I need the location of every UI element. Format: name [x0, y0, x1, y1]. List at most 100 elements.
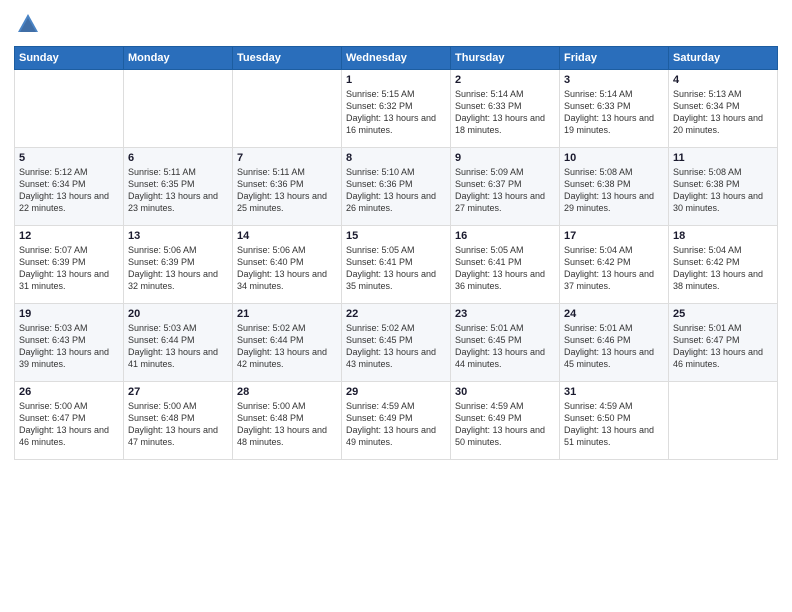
day-info: Sunrise: 5:14 AMSunset: 6:33 PMDaylight:…: [455, 88, 555, 137]
day-info: Sunrise: 5:00 AMSunset: 6:48 PMDaylight:…: [128, 400, 228, 449]
day-info: Sunrise: 5:01 AMSunset: 6:47 PMDaylight:…: [673, 322, 773, 371]
day-number: 24: [564, 308, 664, 320]
day-info: Sunrise: 5:06 AMSunset: 6:40 PMDaylight:…: [237, 244, 337, 293]
day-info: Sunrise: 5:14 AMSunset: 6:33 PMDaylight:…: [564, 88, 664, 137]
day-number: 2: [455, 74, 555, 86]
day-number: 9: [455, 152, 555, 164]
calendar-day-cell: 20 Sunrise: 5:03 AMSunset: 6:44 PMDayligh…: [124, 304, 233, 382]
calendar-day-cell: 14Sunrise: 5:06 AMSunset: 6:40 PMDayligh…: [233, 226, 342, 304]
day-number: 21: [237, 308, 337, 320]
logo: [14, 10, 46, 38]
weekday-header: Thursday: [451, 47, 560, 70]
calendar-day-cell: [124, 70, 233, 148]
calendar-week-row: 19 Sunrise: 5:03 AMSunset: 6:43 PMDayligh…: [15, 304, 778, 382]
calendar-week-row: 1 Sunrise: 5:15 AMSunset: 6:32 PMDaylight…: [15, 70, 778, 148]
day-info: Sunrise: 5:05 AMSunset: 6:41 PMDaylight:…: [455, 244, 555, 293]
calendar-day-cell: 5 Sunrise: 5:12 AMSunset: 6:34 PMDaylight…: [15, 148, 124, 226]
day-info: Sunrise: 5:10 AMSunset: 6:36 PMDaylight:…: [346, 166, 446, 215]
calendar-day-cell: 31Sunrise: 4:59 AMSunset: 6:50 PMDayligh…: [560, 382, 669, 460]
day-info: Sunrise: 5:08 AMSunset: 6:38 PMDaylight:…: [673, 166, 773, 215]
day-info: Sunrise: 5:03 AMSunset: 6:43 PMDaylight:…: [19, 322, 119, 371]
calendar-day-cell: [233, 70, 342, 148]
calendar-week-row: 5 Sunrise: 5:12 AMSunset: 6:34 PMDaylight…: [15, 148, 778, 226]
calendar-day-cell: [15, 70, 124, 148]
calendar-day-cell: 16Sunrise: 5:05 AMSunset: 6:41 PMDayligh…: [451, 226, 560, 304]
calendar-day-cell: 17 Sunrise: 5:04 AMSunset: 6:42 PMDayligh…: [560, 226, 669, 304]
calendar-day-cell: [669, 382, 778, 460]
day-number: 20: [128, 308, 228, 320]
calendar-day-cell: 21Sunrise: 5:02 AMSunset: 6:44 PMDayligh…: [233, 304, 342, 382]
day-number: 8: [346, 152, 446, 164]
day-info: Sunrise: 5:07 AMSunset: 6:39 PMDaylight:…: [19, 244, 119, 293]
weekday-header: Wednesday: [342, 47, 451, 70]
logo-icon: [14, 10, 42, 38]
weekday-header: Saturday: [669, 47, 778, 70]
calendar-day-cell: 30Sunrise: 4:59 AMSunset: 6:49 PMDayligh…: [451, 382, 560, 460]
day-number: 6: [128, 152, 228, 164]
calendar-day-cell: 10Sunrise: 5:08 AMSunset: 6:38 PMDayligh…: [560, 148, 669, 226]
calendar-day-cell: 12 Sunrise: 5:07 AMSunset: 6:39 PMDayligh…: [15, 226, 124, 304]
page: SundayMondayTuesdayWednesdayThursdayFrid…: [0, 0, 792, 612]
calendar-day-cell: 25Sunrise: 5:01 AMSunset: 6:47 PMDayligh…: [669, 304, 778, 382]
calendar-day-cell: 9 Sunrise: 5:09 AMSunset: 6:37 PMDaylight…: [451, 148, 560, 226]
day-info: Sunrise: 5:05 AMSunset: 6:41 PMDaylight:…: [346, 244, 446, 293]
day-info: Sunrise: 5:04 AMSunset: 6:42 PMDaylight:…: [673, 244, 773, 293]
calendar-table: SundayMondayTuesdayWednesdayThursdayFrid…: [14, 46, 778, 460]
day-info: Sunrise: 5:00 AMSunset: 6:47 PMDaylight:…: [19, 400, 119, 449]
day-number: 15: [346, 230, 446, 242]
day-number: 5: [19, 152, 119, 164]
day-number: 27: [128, 386, 228, 398]
calendar-day-cell: 15 Sunrise: 5:05 AMSunset: 6:41 PMDayligh…: [342, 226, 451, 304]
calendar-week-row: 26 Sunrise: 5:00 AMSunset: 6:47 PMDayligh…: [15, 382, 778, 460]
calendar-day-cell: 18 Sunrise: 5:04 AMSunset: 6:42 PMDayligh…: [669, 226, 778, 304]
calendar-day-cell: 29Sunrise: 4:59 AMSunset: 6:49 PMDayligh…: [342, 382, 451, 460]
day-number: 26: [19, 386, 119, 398]
day-number: 29: [346, 386, 446, 398]
calendar-day-cell: 24 Sunrise: 5:01 AMSunset: 6:46 PMDayligh…: [560, 304, 669, 382]
calendar-day-cell: 13 Sunrise: 5:06 AMSunset: 6:39 PMDayligh…: [124, 226, 233, 304]
calendar-day-cell: 4 Sunrise: 5:13 AMSunset: 6:34 PMDaylight…: [669, 70, 778, 148]
day-number: 7: [237, 152, 337, 164]
header: [14, 10, 778, 38]
day-info: Sunrise: 5:02 AMSunset: 6:45 PMDaylight:…: [346, 322, 446, 371]
calendar-header: SundayMondayTuesdayWednesdayThursdayFrid…: [15, 47, 778, 70]
weekday-header: Tuesday: [233, 47, 342, 70]
day-number: 1: [346, 74, 446, 86]
day-number: 4: [673, 74, 773, 86]
calendar-day-cell: 28 Sunrise: 5:00 AMSunset: 6:48 PMDayligh…: [233, 382, 342, 460]
day-info: Sunrise: 5:03 AMSunset: 6:44 PMDaylight:…: [128, 322, 228, 371]
day-info: Sunrise: 5:06 AMSunset: 6:39 PMDaylight:…: [128, 244, 228, 293]
day-info: Sunrise: 5:09 AMSunset: 6:37 PMDaylight:…: [455, 166, 555, 215]
day-number: 17: [564, 230, 664, 242]
weekday-header: Sunday: [15, 47, 124, 70]
calendar-day-cell: 8 Sunrise: 5:10 AMSunset: 6:36 PMDaylight…: [342, 148, 451, 226]
calendar-day-cell: 2 Sunrise: 5:14 AMSunset: 6:33 PMDaylight…: [451, 70, 560, 148]
day-info: Sunrise: 5:01 AMSunset: 6:46 PMDaylight:…: [564, 322, 664, 371]
day-number: 18: [673, 230, 773, 242]
day-info: Sunrise: 5:13 AMSunset: 6:34 PMDaylight:…: [673, 88, 773, 137]
calendar-day-cell: 22 Sunrise: 5:02 AMSunset: 6:45 PMDayligh…: [342, 304, 451, 382]
day-number: 19: [19, 308, 119, 320]
day-info: Sunrise: 5:04 AMSunset: 6:42 PMDaylight:…: [564, 244, 664, 293]
day-number: 28: [237, 386, 337, 398]
day-number: 22: [346, 308, 446, 320]
day-info: Sunrise: 4:59 AMSunset: 6:50 PMDaylight:…: [564, 400, 664, 449]
weekday-header: Monday: [124, 47, 233, 70]
day-info: Sunrise: 5:15 AMSunset: 6:32 PMDaylight:…: [346, 88, 446, 137]
calendar-day-cell: 11Sunrise: 5:08 AMSunset: 6:38 PMDayligh…: [669, 148, 778, 226]
day-info: Sunrise: 5:01 AMSunset: 6:45 PMDaylight:…: [455, 322, 555, 371]
calendar-day-cell: 23Sunrise: 5:01 AMSunset: 6:45 PMDayligh…: [451, 304, 560, 382]
day-info: Sunrise: 5:11 AMSunset: 6:36 PMDaylight:…: [237, 166, 337, 215]
day-number: 3: [564, 74, 664, 86]
day-info: Sunrise: 5:12 AMSunset: 6:34 PMDaylight:…: [19, 166, 119, 215]
day-number: 10: [564, 152, 664, 164]
day-number: 12: [19, 230, 119, 242]
day-number: 13: [128, 230, 228, 242]
day-info: Sunrise: 5:00 AMSunset: 6:48 PMDaylight:…: [237, 400, 337, 449]
day-info: Sunrise: 5:11 AMSunset: 6:35 PMDaylight:…: [128, 166, 228, 215]
day-number: 30: [455, 386, 555, 398]
calendar-day-cell: 3 Sunrise: 5:14 AMSunset: 6:33 PMDaylight…: [560, 70, 669, 148]
calendar-body: 1 Sunrise: 5:15 AMSunset: 6:32 PMDaylight…: [15, 70, 778, 460]
calendar-day-cell: 26 Sunrise: 5:00 AMSunset: 6:47 PMDayligh…: [15, 382, 124, 460]
calendar-day-cell: 6 Sunrise: 5:11 AMSunset: 6:35 PMDaylight…: [124, 148, 233, 226]
